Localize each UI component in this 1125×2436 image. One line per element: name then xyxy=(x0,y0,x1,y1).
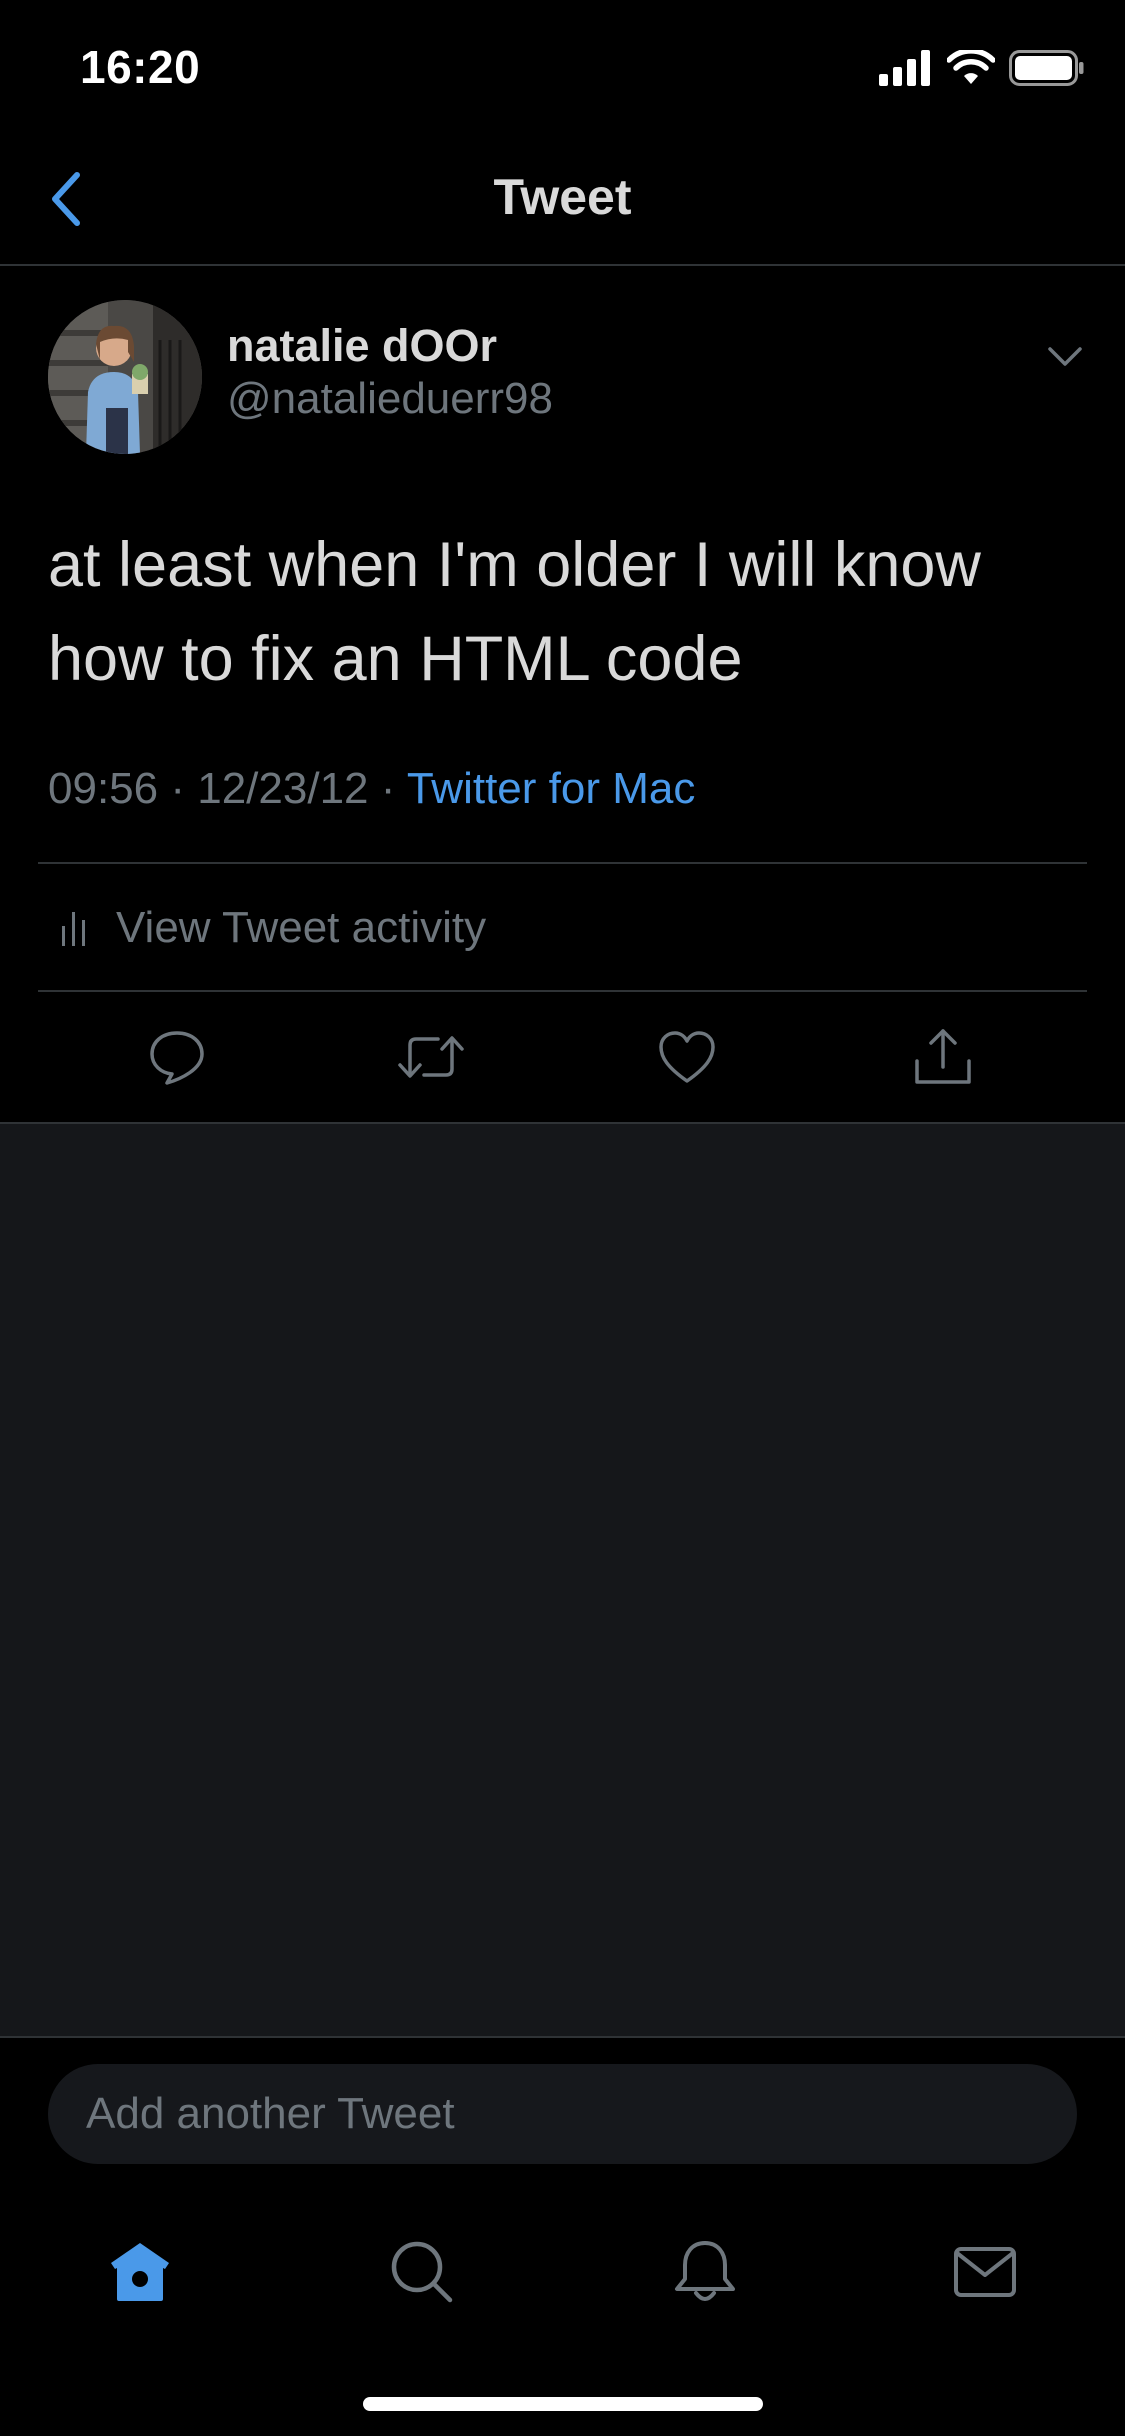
navigation-bar: Tweet xyxy=(0,140,1125,266)
tab-messages[interactable] xyxy=(945,2232,1025,2312)
tweet-date: 12/23/12 xyxy=(197,764,369,813)
activity-label: View Tweet activity xyxy=(116,903,487,952)
share-button[interactable] xyxy=(906,1020,980,1094)
empty-replies-area xyxy=(0,1122,1125,2036)
reply-button[interactable] xyxy=(140,1020,214,1094)
compose-bar xyxy=(0,2036,1125,2186)
reply-icon xyxy=(150,1031,204,1085)
notifications-icon xyxy=(675,2241,735,2301)
tab-search[interactable] xyxy=(382,2232,462,2312)
wifi-icon xyxy=(946,47,996,91)
home-indicator[interactable] xyxy=(363,2397,763,2411)
divider xyxy=(38,862,1087,864)
retweet-icon xyxy=(398,1036,464,1078)
battery-icon xyxy=(1009,49,1085,91)
status-icons xyxy=(879,47,1085,92)
tweet-meta: 09:56 · 12/23/12 · Twitter for Mac xyxy=(48,764,695,814)
home-icon xyxy=(111,2243,169,2301)
messages-icon xyxy=(954,2247,1016,2297)
tweet-actions xyxy=(0,994,1125,1120)
search-icon xyxy=(391,2241,453,2303)
tab-notifications[interactable] xyxy=(665,2232,745,2312)
tweet-time: 09:56 xyxy=(48,764,159,813)
divider xyxy=(38,990,1087,992)
status-time: 16:20 xyxy=(80,41,201,93)
tab-bar xyxy=(0,2186,1125,2336)
page-title: Tweet xyxy=(493,169,632,225)
meta-separator: · xyxy=(380,764,396,813)
signal-icon xyxy=(879,49,933,91)
tweet-text: at least when I'm older I will know how … xyxy=(48,530,981,694)
tab-home[interactable] xyxy=(100,2232,180,2312)
avatar-photo xyxy=(48,300,202,454)
tweet-options-button[interactable] xyxy=(1038,330,1092,384)
author-handle[interactable]: @natalieduerr98 xyxy=(227,374,553,424)
author-display-name[interactable]: natalie dOOr xyxy=(227,320,497,372)
meta-separator: · xyxy=(170,764,185,813)
tweet-source-link[interactable]: Twitter for Mac xyxy=(407,764,696,813)
like-button[interactable] xyxy=(650,1020,724,1094)
status-bar: 16:20 xyxy=(0,0,1125,140)
view-tweet-activity-button[interactable]: View Tweet activity xyxy=(38,866,1087,990)
like-icon xyxy=(659,1031,715,1083)
share-icon xyxy=(915,1029,971,1084)
tweet-detail-screen: 16:20 Tweet natalie dOOr @natalieduerr98… xyxy=(0,0,1125,2436)
chevron-down-icon xyxy=(1048,347,1082,366)
retweet-button[interactable] xyxy=(394,1020,468,1094)
avatar[interactable] xyxy=(48,300,202,454)
add-another-tweet-input[interactable] xyxy=(48,2064,1077,2164)
activity-icon xyxy=(56,908,96,948)
